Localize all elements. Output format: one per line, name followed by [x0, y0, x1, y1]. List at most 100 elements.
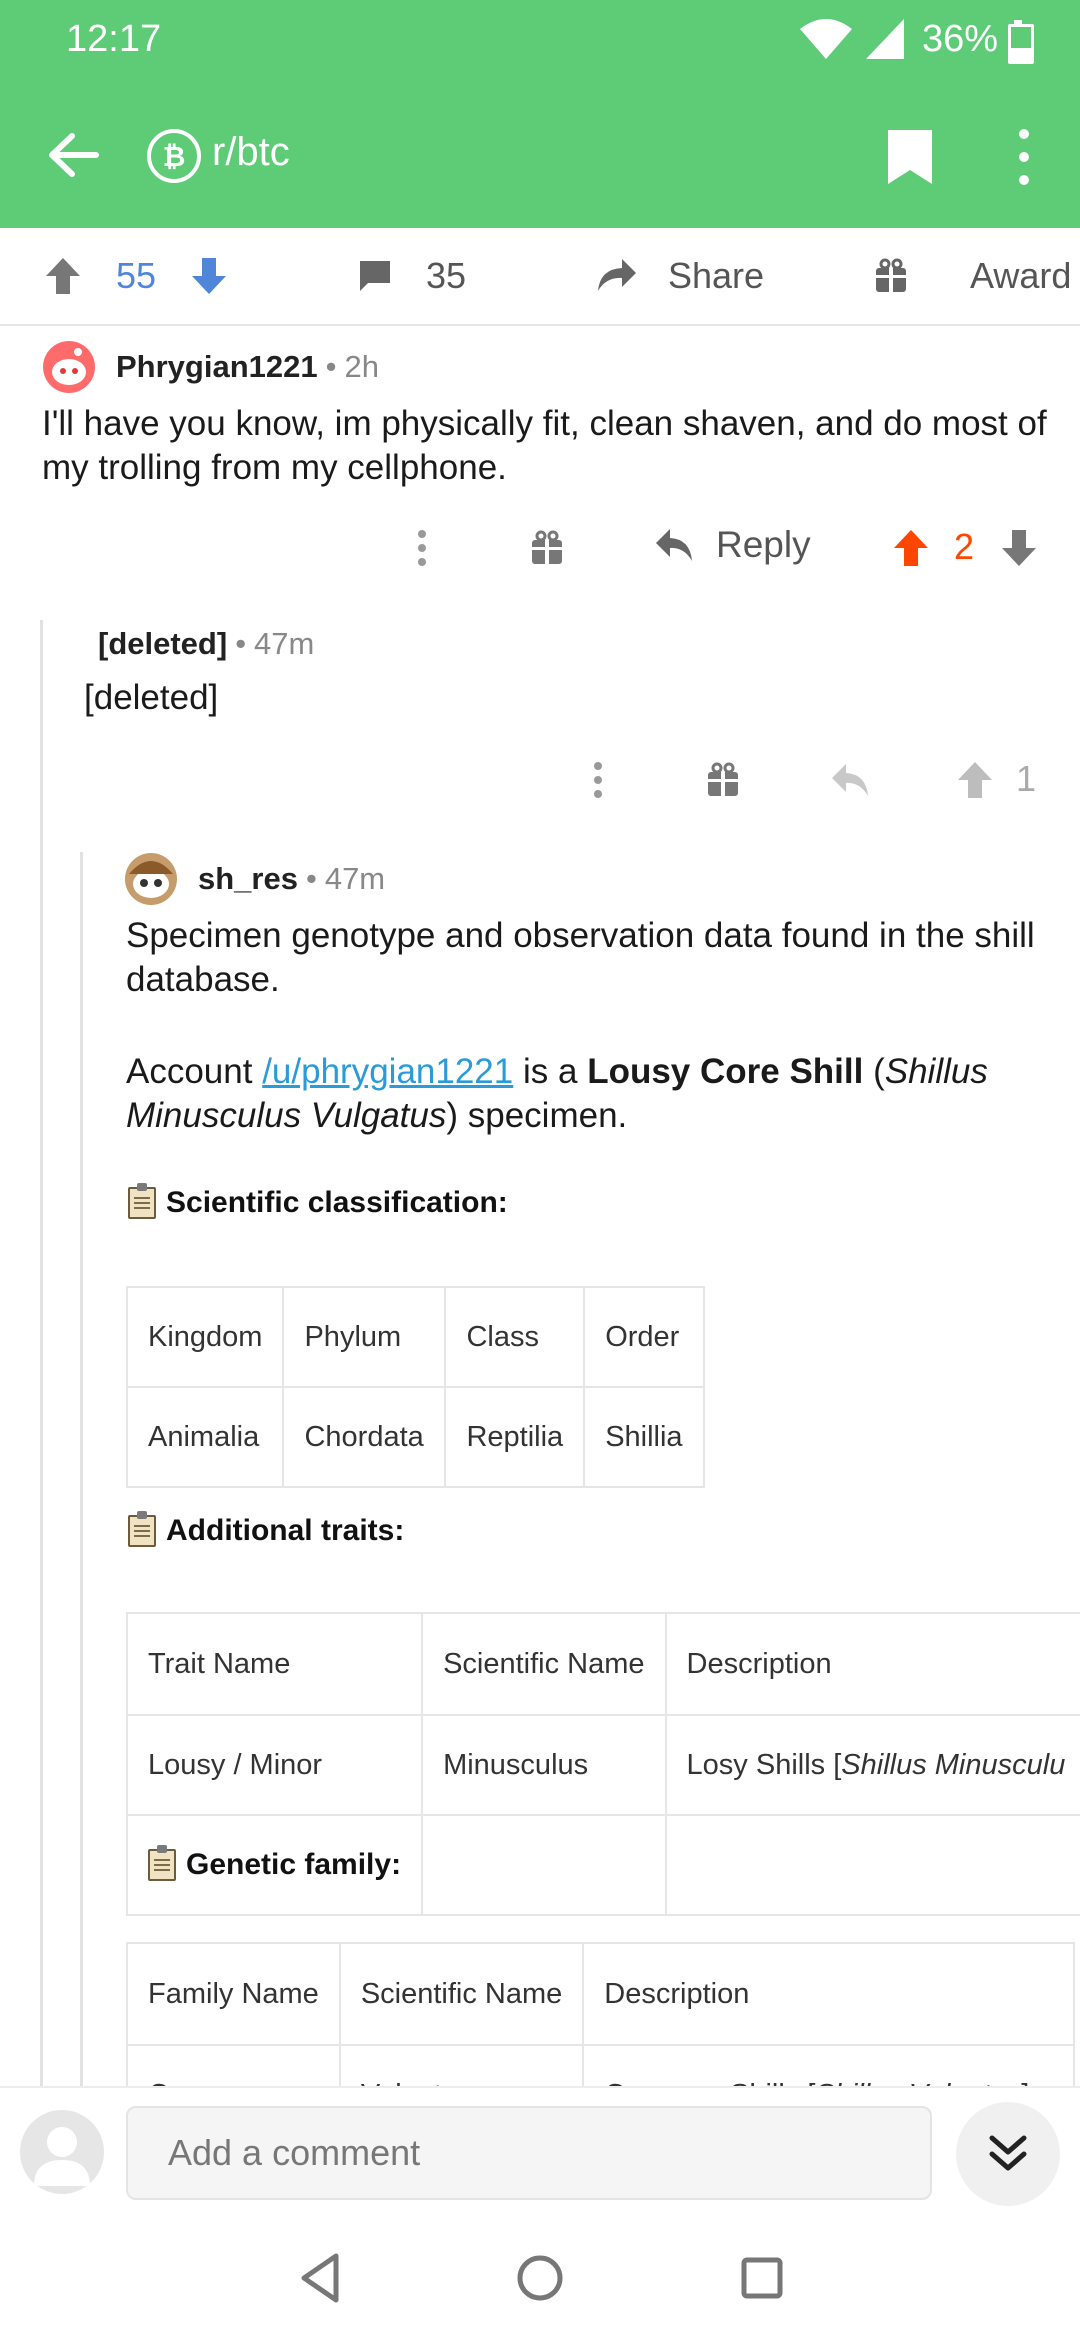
table-header-cell: Scientific Name [421, 1612, 667, 1716]
post-vote-group: 55 [44, 228, 228, 324]
clipboard-icon [128, 1511, 156, 1547]
table-cell: Lousy / Minor [125, 1714, 424, 1816]
table-cell [421, 1814, 667, 1916]
heading-text: Genetic family: [186, 1848, 402, 1881]
add-comment-input[interactable]: Add a comment [126, 2106, 932, 2200]
more-options-icon[interactable] [414, 528, 430, 568]
reply-arrow-icon [656, 529, 692, 561]
comment-body: I'll have you know, im physically fit, c… [42, 404, 1047, 487]
system-navigation-bar [0, 2216, 1080, 2340]
thread-line[interactable] [80, 852, 83, 2086]
cell-text: Losy Shills [ [686, 1748, 842, 1781]
table-header-cell: Description [664, 1612, 1080, 1716]
cellular-signal-icon [865, 19, 904, 59]
clipboard-icon [128, 1183, 156, 1219]
genetic-family-heading: Genetic family: [148, 1845, 402, 1882]
table-header-cell: Family Name [126, 1942, 341, 2046]
comment-actions: 1 [0, 756, 1080, 804]
subreddit-name[interactable]: r/btc [212, 130, 290, 175]
traits-table: Trait Name Scientific Name Description L… [125, 1612, 1080, 1916]
upvote-arrow-icon[interactable] [892, 528, 930, 568]
award-label: Award [970, 255, 1072, 296]
upvote-arrow-icon[interactable] [44, 256, 82, 296]
comment-intro-text: Specimen genotype and observation data f… [126, 916, 1035, 999]
battery-percentage: 36% [921, 17, 998, 60]
classification-table: Kingdom Phylum Class Order Animalia Chor… [125, 1286, 706, 1488]
bitcoin-subreddit-icon[interactable]: ₿ [146, 128, 202, 184]
default-user-icon [34, 2127, 90, 2186]
table-header-cell: Phylum [282, 1286, 447, 1388]
table-header-cell: Trait Name [125, 1612, 424, 1716]
upvote-arrow-icon[interactable] [956, 760, 994, 800]
table-cell: Animalia [125, 1386, 285, 1488]
comment-header: Phrygian1221 • 2h [42, 340, 379, 394]
award-button[interactable]: Award [874, 228, 1071, 324]
scientific-classification-heading: Scientific classification: [128, 1183, 508, 1220]
share-button[interactable]: Share [596, 228, 764, 324]
comment-age: 2h [344, 349, 379, 384]
post-action-bar: 55 35 Share Award [0, 228, 1080, 326]
comment-age: 47m [324, 861, 386, 896]
additional-traits-heading: Additional traits: [128, 1511, 404, 1548]
comment-score: 2 [954, 526, 975, 567]
app-header: 12:17 36% ₿ r/btc [0, 0, 1080, 228]
avatar[interactable] [124, 852, 178, 906]
comment-header: [deleted] • 47m [98, 626, 314, 662]
close-paren: ) specimen. [446, 1096, 628, 1135]
svg-text:₿: ₿ [163, 140, 186, 173]
post-vote-count: 55 [116, 255, 157, 296]
gift-icon[interactable] [706, 762, 740, 798]
thread-line[interactable] [40, 620, 43, 2086]
account-prefix: Account [126, 1052, 253, 1091]
comments-count-button[interactable]: 35 [356, 228, 466, 324]
reply-arrow-icon [832, 764, 868, 796]
open-paren: ( [873, 1052, 885, 1091]
shill-classification: Lousy Core Shill [587, 1052, 864, 1091]
comment-body: [deleted] [84, 678, 219, 717]
reply-button[interactable]: Reply [654, 524, 811, 566]
nav-recents-icon[interactable] [730, 2246, 794, 2310]
meta-separator: • [325, 349, 337, 384]
comment-header: sh_res • 47m [124, 852, 385, 906]
share-label: Share [668, 255, 765, 296]
avatar[interactable] [42, 340, 96, 394]
double-chevron-down-icon [989, 2135, 1027, 2171]
account-is-a: is a [522, 1052, 578, 1091]
user-avatar[interactable] [20, 2110, 104, 2194]
comment-author[interactable]: sh_res [198, 861, 298, 897]
comment-author[interactable]: Phrygian1221 [116, 349, 318, 385]
table-cell: Minusculus [421, 1714, 667, 1816]
comment-bubble-icon [360, 261, 390, 291]
table-header-cell: Class [444, 1286, 586, 1388]
scroll-to-next-button[interactable] [956, 2102, 1060, 2206]
reply-label: Reply [716, 524, 811, 565]
table-cell: Reptilia [444, 1386, 586, 1488]
more-options-icon[interactable] [590, 760, 606, 800]
bookmark-icon[interactable] [882, 126, 938, 188]
back-arrow-icon[interactable] [40, 122, 106, 188]
comment-score: 1 [1016, 758, 1037, 799]
more-options-icon[interactable] [1008, 126, 1040, 188]
comment-account-line: Account /u/phrygian1221 is a Lousy Core … [126, 1050, 1056, 1138]
table-cell: Genetic family: [125, 1814, 424, 1916]
gift-icon[interactable] [530, 530, 564, 566]
downvote-arrow-icon[interactable] [1000, 528, 1038, 568]
table-cell: Shillia [583, 1386, 706, 1488]
table-cell: Chordata [282, 1386, 447, 1488]
table-cell [664, 1814, 1080, 1916]
table-header-cell: Order [583, 1286, 706, 1388]
user-profile-link[interactable]: /u/phrygian1221 [262, 1052, 513, 1091]
heading-text: Scientific classification: [166, 1186, 508, 1219]
share-arrow-icon [598, 259, 636, 291]
nav-home-icon[interactable] [508, 2246, 572, 2310]
comment-actions: Reply 2 [0, 524, 1080, 572]
table-header-cell: Description [582, 1942, 1076, 2046]
nav-back-icon[interactable] [290, 2246, 354, 2310]
status-clock: 12:17 [66, 18, 162, 60]
downvote-arrow-icon[interactable] [190, 256, 228, 296]
comments-count: 35 [426, 255, 467, 296]
meta-separator: • [305, 861, 317, 896]
status-bar: 12:17 36% [0, 0, 1080, 80]
comment-age: 47m [254, 626, 315, 661]
comment-author: [deleted] [98, 626, 228, 661]
